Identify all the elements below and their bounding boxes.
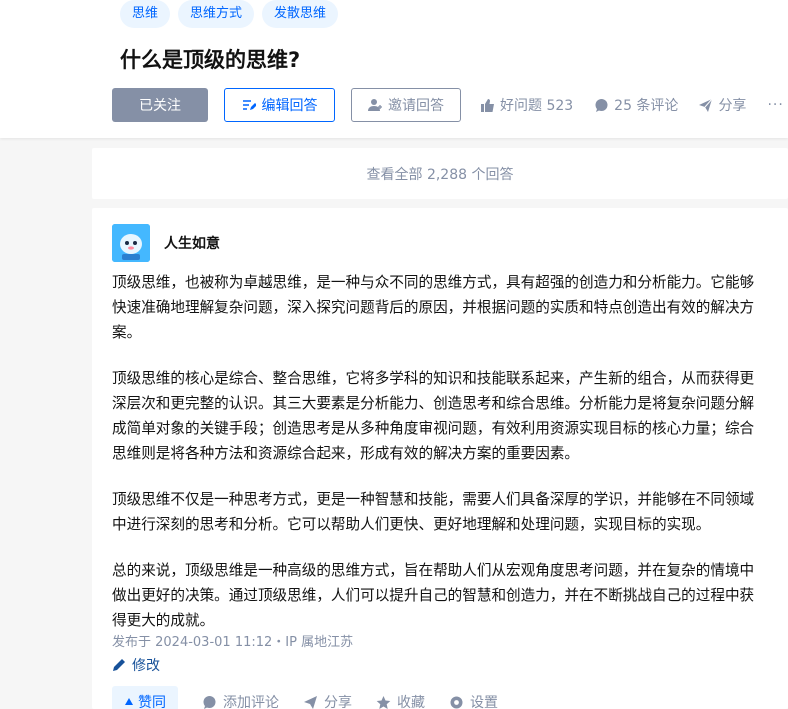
- pencil-icon: [112, 658, 126, 672]
- share-plane-icon: [303, 695, 318, 709]
- answer-paragraph: 顶级思维，也被称为卓越思维，是一种与众不同的思维方式，具有超强的创造力和分析能力…: [112, 274, 755, 341]
- published-time[interactable]: 发布于 2024-03-01 11:12・IP 属地江苏: [112, 631, 353, 650]
- topic-tag[interactable]: 思维: [120, 0, 171, 28]
- question-title: 什么是顶级的思维?: [120, 48, 301, 72]
- good-question-button[interactable]: 好问题 523: [480, 95, 573, 115]
- invite-answer-label: 邀请回答: [388, 98, 444, 114]
- thumbs-up-icon: [480, 98, 495, 113]
- modify-label: 修改: [132, 658, 160, 674]
- answer-author: 人生如意: [112, 224, 220, 262]
- settings-label: 设置: [470, 695, 498, 709]
- answer-paragraph: 顶级思维的核心是综合、整合思维，它将多学科的知识和技能联系起来，产生新的组合，从…: [112, 370, 755, 462]
- topic-tags: 思维 思维方式 发散思维: [120, 0, 339, 28]
- invite-user-icon: [368, 98, 382, 112]
- upvote-button[interactable]: 赞同: [112, 686, 178, 709]
- edit-answer-button[interactable]: 编辑回答: [224, 88, 335, 122]
- answer-card: 人生如意 顶级思维，也被称为卓越思维，是一种与众不同的思维方式，具有超强的创造力…: [92, 208, 788, 709]
- answer-content: 顶级思维，也被称为卓越思维，是一种与众不同的思维方式，具有超强的创造力和分析能力…: [112, 270, 762, 654]
- share-label: 分享: [718, 98, 747, 114]
- edit-icon: [242, 98, 256, 112]
- comment-bubble-icon: [594, 98, 609, 113]
- topic-tag[interactable]: 思维方式: [178, 0, 255, 28]
- question-header: 思维 思维方式 发散思维 什么是顶级的思维? 已关注 编辑回答 邀请回答 好问题…: [0, 0, 788, 138]
- comments-button[interactable]: 25 条评论: [594, 95, 678, 115]
- triangle-up-icon: [124, 697, 134, 707]
- share-plane-icon: [698, 98, 713, 113]
- question-actions: 已关注 编辑回答 邀请回答 好问题 523 25 条评论 分享 ···: [112, 88, 784, 122]
- answer-share-button[interactable]: 分享: [303, 692, 352, 709]
- answer-share-label: 分享: [324, 695, 352, 709]
- upvote-label: 赞同: [138, 695, 166, 709]
- more-options-button[interactable]: ···: [767, 97, 783, 113]
- star-icon: [376, 695, 391, 709]
- add-comment-button[interactable]: 添加评论: [202, 692, 279, 709]
- topic-tag[interactable]: 发散思维: [262, 0, 339, 28]
- comments-label: 25 条评论: [614, 98, 679, 114]
- answer-footer-actions: 赞同 添加评论 分享 收藏 设置: [112, 686, 498, 709]
- avatar[interactable]: [112, 224, 150, 262]
- collect-label: 收藏: [397, 695, 425, 709]
- invite-answer-button[interactable]: 邀请回答: [351, 88, 461, 122]
- modify-answer-link[interactable]: 修改: [112, 655, 160, 675]
- author-name[interactable]: 人生如意: [164, 233, 220, 253]
- gear-icon: [449, 695, 464, 709]
- add-comment-label: 添加评论: [223, 695, 279, 709]
- settings-button[interactable]: 设置: [449, 692, 498, 709]
- collect-button[interactable]: 收藏: [376, 692, 425, 709]
- comment-bubble-icon: [202, 695, 217, 709]
- good-question-label: 好问题 523: [500, 98, 574, 114]
- edit-answer-label: 编辑回答: [261, 98, 318, 114]
- answer-paragraph: 顶级思维不仅是一种思考方式，更是一种智慧和技能，需要人们具备深厚的学识，并能够在…: [112, 491, 755, 533]
- share-button[interactable]: 分享: [698, 95, 746, 115]
- view-all-answers-link[interactable]: 查看全部 2,288 个回答: [92, 148, 788, 199]
- answer-paragraph: 总的来说，顶级思维是一种高级的思维方式，旨在帮助人们从宏观角度思考问题，并在复杂…: [112, 562, 755, 629]
- follow-button[interactable]: 已关注: [112, 88, 208, 122]
